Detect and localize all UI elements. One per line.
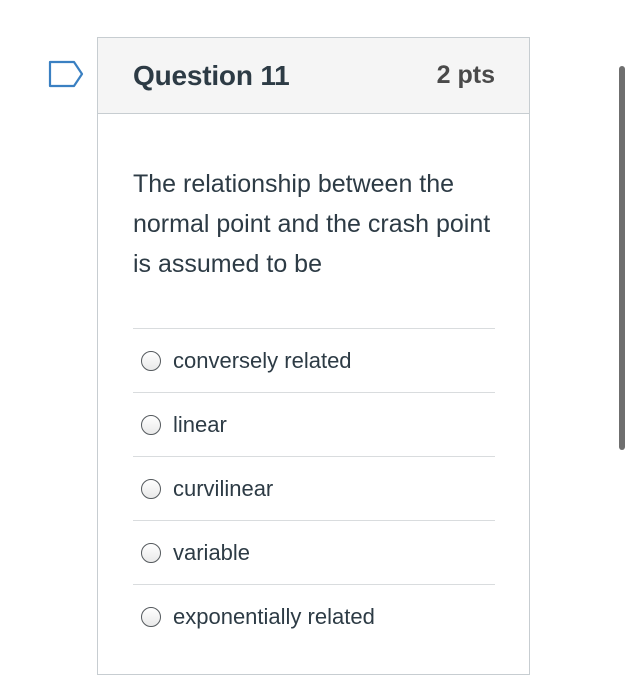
radio-unchecked-icon[interactable] bbox=[141, 478, 161, 499]
answer-option[interactable]: linear bbox=[133, 393, 495, 457]
answer-label[interactable]: conversely related bbox=[173, 348, 352, 374]
question-points: 2 pts bbox=[436, 61, 495, 89]
answer-label[interactable]: variable bbox=[173, 540, 250, 566]
question-title: Question 11 bbox=[133, 59, 290, 91]
answer-option[interactable]: curvilinear bbox=[133, 457, 495, 521]
answer-option[interactable]: exponentially related bbox=[133, 585, 495, 648]
answer-list: conversely related linear curvilinear va… bbox=[133, 328, 495, 648]
radio-unchecked-icon[interactable] bbox=[141, 542, 161, 563]
question-body: The relationship between the normal poin… bbox=[98, 114, 529, 648]
question-card: Question 11 2 pts The relationship betwe… bbox=[97, 37, 530, 675]
question-text: The relationship between the normal poin… bbox=[133, 170, 491, 278]
question-header: Question 11 2 pts bbox=[98, 38, 529, 114]
page-scrollbar[interactable] bbox=[619, 66, 625, 450]
radio-unchecked-icon[interactable] bbox=[141, 350, 161, 371]
answer-label[interactable]: linear bbox=[173, 412, 227, 438]
answer-label[interactable]: exponentially related bbox=[173, 604, 375, 630]
flag-question-icon[interactable] bbox=[48, 60, 86, 88]
answer-label[interactable]: curvilinear bbox=[173, 476, 273, 502]
radio-unchecked-icon[interactable] bbox=[141, 606, 161, 627]
answer-option[interactable]: variable bbox=[133, 521, 495, 585]
radio-unchecked-icon[interactable] bbox=[141, 414, 161, 435]
answer-option[interactable]: conversely related bbox=[133, 329, 495, 393]
